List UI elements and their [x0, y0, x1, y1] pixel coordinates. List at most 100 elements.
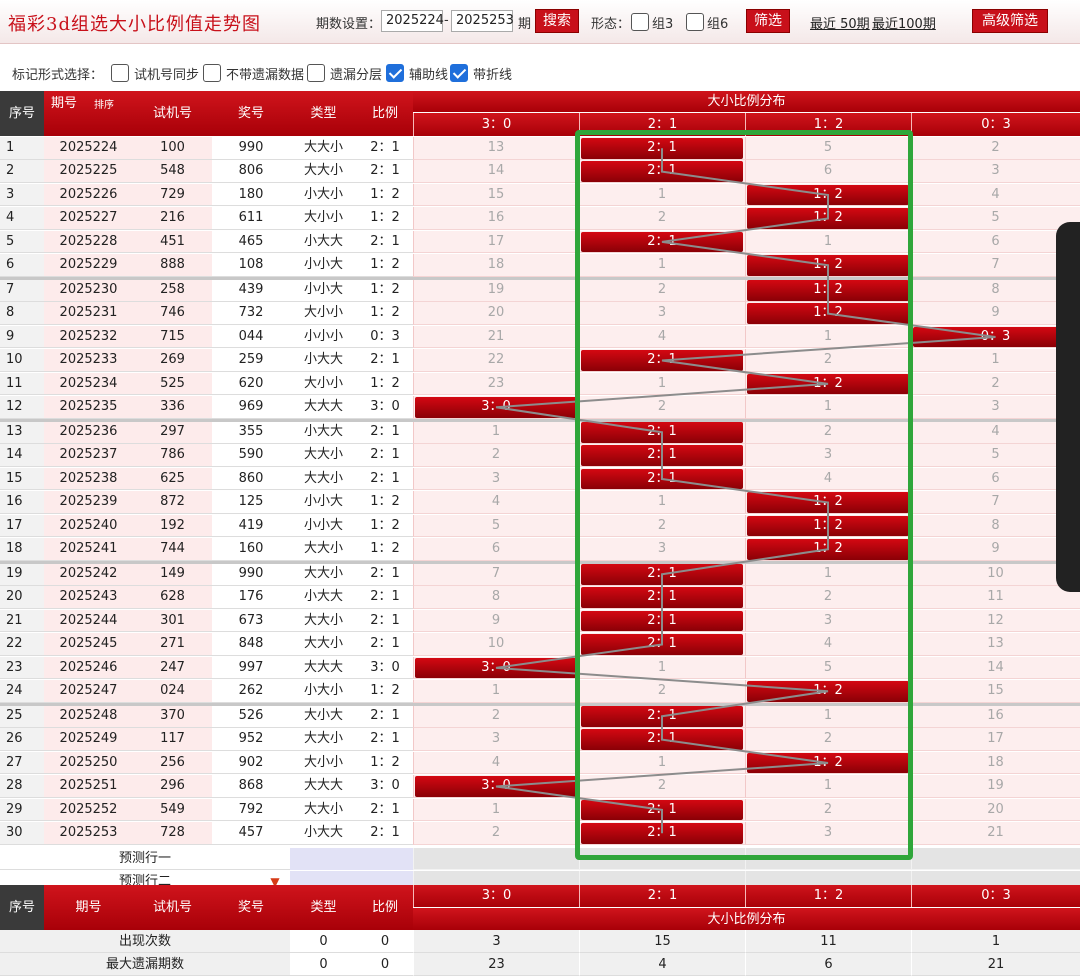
footer-cat: 3：0: [413, 885, 579, 907]
predict-cell: [911, 847, 1080, 870]
row-seq: 22: [0, 633, 44, 656]
omission-value: 22: [487, 352, 505, 368]
predict-cell: [745, 847, 911, 870]
omission-value: 4: [491, 754, 501, 770]
stats-value: 0: [357, 930, 413, 953]
omission-value: 1: [823, 566, 833, 581]
row-type: 大小小: [290, 207, 357, 230]
row-type: 小大大: [290, 421, 357, 444]
row-seq: 27: [0, 751, 44, 775]
omission-value: 1: [823, 778, 833, 794]
stats-value: 21: [911, 953, 1080, 976]
header-period-label: 期号: [50, 96, 77, 111]
row-ratio: 1：2: [357, 254, 413, 277]
row-ratio: 0：3: [357, 325, 413, 349]
row-test: 271: [133, 633, 212, 656]
omission-value: 3: [823, 825, 833, 840]
row-ratio: 2：1: [357, 467, 413, 491]
omission-value: 1: [823, 233, 833, 249]
row-seq: 26: [0, 728, 44, 751]
row-prize: 439: [212, 279, 290, 302]
stats-value: 23: [413, 953, 579, 976]
row-period: 2025248: [44, 705, 133, 728]
omission-value: 2: [657, 517, 667, 533]
row-test: 024: [133, 680, 212, 703]
footer-cat: 2：1: [579, 885, 745, 907]
row-test: 872: [133, 491, 212, 514]
ratio-mark: 1：2: [747, 681, 909, 702]
row-test: 888: [133, 254, 212, 277]
ratio-mark: 1：2: [747, 515, 909, 537]
omission-value: 1: [657, 375, 667, 391]
row-prize: 902: [212, 751, 290, 775]
row-seq: 29: [0, 798, 44, 822]
row-ratio: 2：1: [357, 822, 413, 845]
row-period: 2025247: [44, 680, 133, 703]
row-type: 大大小: [290, 633, 357, 656]
omission-value: 9: [991, 541, 1000, 556]
row-type: 大大小: [290, 444, 357, 467]
ratio-mark: 1：2: [747, 539, 909, 560]
row-ratio: 2：1: [357, 609, 413, 633]
omission-value: 17: [487, 233, 505, 249]
trend-table: 序号 期号 排序 试机号 奖号 类型 比例 大小比例分布 3：0 2：1 1：2 0：3 1 202522…: [0, 0, 1080, 976]
row-seq: 20: [0, 586, 44, 609]
group-separator: [0, 702, 1080, 706]
omission-value: 18: [487, 257, 505, 272]
row-prize: 526: [212, 705, 290, 728]
row-prize: 262: [212, 680, 290, 703]
row-prize: 673: [212, 609, 290, 633]
row-prize: 465: [212, 230, 290, 254]
row-prize: 952: [212, 728, 290, 751]
omission-value: 8: [491, 589, 501, 605]
row-type: 大小小: [290, 302, 357, 325]
row-test: 625: [133, 467, 212, 491]
row-period: 2025243: [44, 586, 133, 609]
stats-label: 最大遗漏期数: [0, 953, 290, 976]
row-type: 大小小: [290, 372, 357, 396]
scroll-handle[interactable]: [1056, 222, 1080, 592]
ratio-mark: 1：2: [747, 303, 909, 324]
row-type: 大大小: [290, 137, 357, 160]
omission-value: 21: [487, 328, 505, 344]
omission-value: 15: [487, 186, 505, 202]
row-ratio: 3：0: [357, 396, 413, 419]
omission-value: 3: [991, 163, 1000, 179]
row-prize: 620: [212, 372, 290, 396]
row-ratio: 1：2: [357, 491, 413, 514]
ratio-mark: 2：1: [581, 610, 743, 632]
row-prize: 848: [212, 633, 290, 656]
stats-value: 3: [413, 930, 579, 953]
row-period: 2025226: [44, 183, 133, 207]
row-test: 746: [133, 302, 212, 325]
row-type: 小小大: [290, 514, 357, 538]
row-period: 2025235: [44, 396, 133, 419]
omission-value: 2: [823, 731, 833, 747]
omission-value: 2: [657, 683, 667, 698]
row-seq: 7: [0, 279, 44, 302]
omission-value: 10: [987, 566, 1004, 581]
row-type: 大大大: [290, 775, 357, 798]
footer-dist: 大小比例分布: [413, 907, 1080, 930]
omission-value: 7: [491, 566, 501, 581]
header-cat: 3：0: [413, 113, 579, 136]
row-seq: 11: [0, 372, 44, 396]
row-seq: 15: [0, 467, 44, 491]
row-seq: 5: [0, 230, 44, 254]
row-type: 小大大: [290, 230, 357, 254]
omission-value: 2: [991, 140, 1000, 155]
row-ratio: 1：2: [357, 302, 413, 325]
header-type: 类型: [290, 91, 357, 136]
omission-value: 20: [487, 305, 505, 321]
row-prize: 125: [212, 491, 290, 514]
row-test: 548: [133, 160, 212, 183]
omission-value: 19: [487, 282, 505, 297]
sort-icon[interactable]: 排序: [84, 99, 124, 113]
stats-value: 1: [911, 930, 1080, 953]
ratio-mark: 2：1: [581, 445, 743, 466]
row-prize: 457: [212, 822, 290, 845]
omission-value: 23: [487, 375, 505, 391]
row-test: 744: [133, 538, 212, 561]
footer-period: 期号: [44, 885, 133, 930]
ratio-mark: 2：1: [581, 587, 743, 608]
